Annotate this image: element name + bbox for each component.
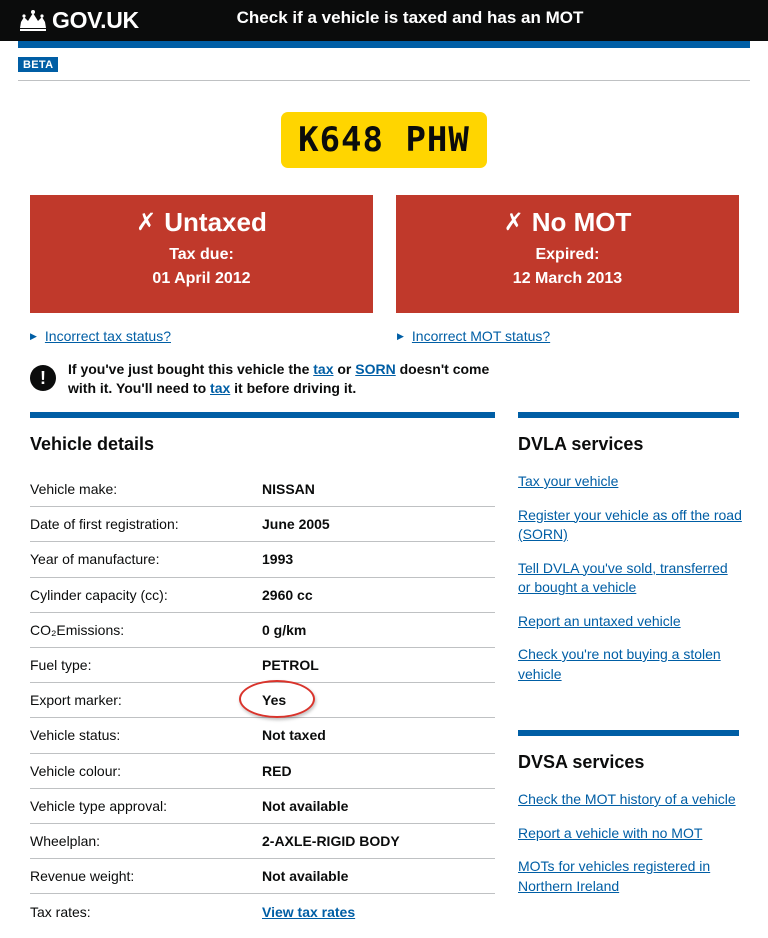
- table-row: Vehicle type approval: Not available: [30, 789, 495, 824]
- incorrect-mot-status-link[interactable]: Incorrect MOT status?: [412, 328, 550, 344]
- logo-text: GOV.UK: [52, 6, 139, 33]
- table-row: Vehicle colour: RED: [30, 754, 495, 789]
- row-label: Revenue weight:: [30, 868, 135, 885]
- row-value: 2-AXLE-RIGID BODY: [262, 832, 400, 849]
- mot-status-subtitle: Expired:: [535, 246, 600, 263]
- row-label: Tax rates:: [30, 903, 91, 920]
- phase-tag: BETA: [18, 57, 59, 72]
- annotation-circle: [239, 680, 315, 718]
- registration-number: K648 PHW: [298, 120, 470, 160]
- site-header: GOV.UK Check if a vehicle is taxed and h…: [0, 0, 768, 41]
- mot-status-panel: ✗ No MOT Expired: 12 March 2013: [396, 195, 739, 313]
- row-label: Vehicle status:: [30, 727, 121, 744]
- report-untaxed-link[interactable]: Report an untaxed vehicle: [518, 612, 742, 632]
- vehicle-details-heading: Vehicle details: [30, 434, 155, 454]
- row-value: June 2005: [262, 516, 330, 533]
- table-row: Vehicle make: NISSAN: [30, 472, 495, 508]
- table-row: Tax rates: View tax rates: [30, 894, 495, 929]
- mot-expiry-date: 12 March 2013: [512, 270, 623, 287]
- tax-status-panel: ✗ Untaxed Tax due: 01 April 2012: [30, 195, 373, 313]
- warning-text-part: it before driving it.: [230, 380, 357, 396]
- table-row: Fuel type: PETROL: [30, 648, 495, 684]
- incorrect-tax-status-link[interactable]: Incorrect tax status?: [45, 328, 171, 344]
- row-value: RED: [262, 762, 292, 779]
- row-value: Not available: [262, 868, 349, 885]
- tax-your-vehicle-link[interactable]: Tax your vehicle: [518, 472, 742, 492]
- warning-text-part: or: [333, 361, 356, 377]
- tax-status-subtitle: Tax due:: [169, 246, 234, 263]
- warning-text-part: If you've just bought this vehicle the: [68, 361, 314, 377]
- report-no-mot-link[interactable]: Report a vehicle with no MOT: [518, 824, 742, 844]
- section-bar: [30, 412, 495, 418]
- row-value: Not available: [262, 797, 349, 814]
- tax-status-title: Untaxed: [164, 207, 267, 237]
- mot-status-title: No MOT: [531, 207, 632, 237]
- view-tax-rates-link[interactable]: View tax rates: [262, 904, 355, 920]
- section-bar: [518, 412, 739, 418]
- section-bar: [518, 730, 739, 736]
- registration-plate: K648 PHW: [281, 112, 487, 168]
- register-sorn-link[interactable]: Register your vehicle as off the road (S…: [518, 506, 742, 545]
- table-row: CO₂Emissions: 0 g/km: [30, 613, 495, 648]
- row-value: 0 g/km: [262, 621, 307, 638]
- triangle-right-icon: ▶: [30, 330, 37, 341]
- tell-dvla-sold-link[interactable]: Tell DVLA you've sold, transferred or bo…: [518, 559, 742, 598]
- table-row: Date of first registration: June 2005: [30, 507, 495, 543]
- warning-text: If you've just bought this vehicle the t…: [68, 360, 500, 398]
- tax-due-date: 01 April 2012: [152, 270, 251, 287]
- table-row: Revenue weight: Not available: [30, 859, 495, 895]
- triangle-right-icon: ▶: [397, 330, 404, 341]
- incorrect-mot-status-toggle[interactable]: ▶ Incorrect MOT status?: [397, 328, 550, 344]
- table-row: Wheelplan: 2-AXLE-RIGID BODY: [30, 824, 495, 860]
- dvsa-services-list: Check the MOT history of a vehicle Repor…: [518, 790, 742, 910]
- row-label: Vehicle type approval:: [30, 797, 167, 814]
- table-row: Year of manufacture: 1993: [30, 542, 495, 578]
- tax-link[interactable]: tax: [313, 361, 333, 377]
- mot-northern-ireland-link[interactable]: MOTs for vehicles registered in Northern…: [518, 857, 742, 896]
- row-value: Not taxed: [262, 727, 326, 744]
- cross-icon: ✗: [503, 209, 524, 236]
- row-value: NISSAN: [262, 481, 315, 498]
- row-label: Export marker:: [30, 692, 122, 709]
- warning-icon: !: [30, 365, 56, 391]
- govuk-logo-link[interactable]: GOV.UK: [18, 6, 139, 34]
- header-underline: [18, 41, 750, 48]
- row-label: Year of manufacture:: [30, 551, 160, 568]
- row-label: CO₂Emissions:: [30, 621, 125, 638]
- warning-notice: ! If you've just bought this vehicle the…: [30, 360, 500, 398]
- row-value: 2960 cc: [262, 586, 313, 603]
- table-row: Vehicle status: Not taxed: [30, 718, 495, 754]
- row-value: 1993: [262, 551, 294, 568]
- dvla-services-list: Tax your vehicle Register your vehicle a…: [518, 472, 742, 698]
- check-stolen-link[interactable]: Check you're not buying a stolen vehicle: [518, 645, 742, 684]
- crown-icon: [20, 10, 46, 31]
- service-name[interactable]: Check if a vehicle is taxed and has an M…: [220, 8, 600, 28]
- row-label: Cylinder capacity (cc):: [30, 586, 168, 603]
- row-value: PETROL: [262, 657, 319, 674]
- tax-link-2[interactable]: tax: [210, 380, 230, 396]
- dvla-services-heading: DVLA services: [518, 434, 644, 454]
- row-label: Date of first registration:: [30, 516, 179, 533]
- cross-icon: ✗: [136, 209, 157, 236]
- row-label: Fuel type:: [30, 657, 92, 674]
- mot-history-link[interactable]: Check the MOT history of a vehicle: [518, 790, 742, 810]
- row-label: Vehicle make:: [30, 481, 118, 498]
- row-label: Wheelplan:: [30, 832, 101, 849]
- incorrect-tax-status-toggle[interactable]: ▶ Incorrect tax status?: [30, 328, 171, 344]
- table-row: Cylinder capacity (cc): 2960 cc: [30, 578, 495, 613]
- dvsa-services-heading: DVSA services: [518, 752, 645, 772]
- divider: [18, 80, 750, 81]
- row-label: Vehicle colour:: [30, 762, 122, 779]
- sorn-link[interactable]: SORN: [355, 361, 395, 377]
